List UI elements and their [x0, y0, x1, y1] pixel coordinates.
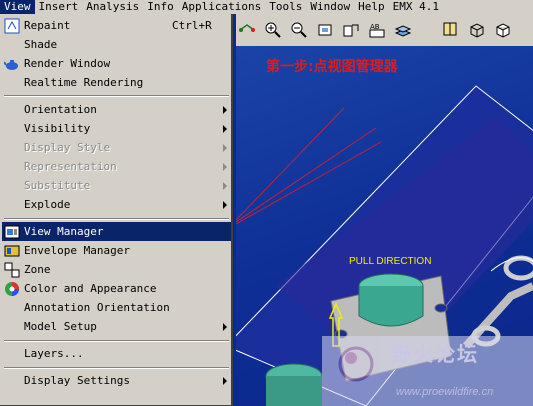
explode-label: Explode — [24, 198, 71, 211]
menu-window[interactable]: Window — [306, 0, 354, 14]
menu-item-explode[interactable]: Explode — [2, 195, 231, 214]
menu-item-color-and-appearance[interactable]: Color and Appearance — [2, 279, 231, 298]
menu-item-visibility[interactable]: Visibility — [2, 119, 231, 138]
repaint-icon — [4, 18, 20, 34]
submenu-arrow-icon — [223, 144, 227, 152]
menu-item-annotation-orientation[interactable]: Annotation Orientation — [2, 298, 231, 317]
color-and-appearance-label: Color and Appearance — [24, 282, 157, 295]
view-menu-dropdown: Repaint Ctrl+R Shade Render Window Realt… — [0, 14, 233, 406]
pull-direction-label: PULL DIRECTION — [349, 256, 432, 267]
repaint-label: Repaint — [24, 19, 71, 32]
zone-icon — [4, 262, 20, 278]
menu-item-representation: Representation — [2, 157, 231, 176]
menu-applications[interactable]: Applications — [178, 0, 265, 14]
model-viewport[interactable]: 第一步:点视图管理器 PULL DIRECTION 野火论坛 www.proew… — [236, 46, 533, 406]
pointer-line-2 — [236, 127, 377, 223]
realtime-rendering-label: Realtime Rendering — [24, 76, 144, 89]
menu-item-view-manager[interactable]: View Manager — [2, 222, 231, 241]
menu-item-model-setup[interactable]: Model Setup — [2, 317, 231, 336]
zoom-in-icon[interactable] — [264, 21, 282, 39]
display-settings-label: Display Settings — [24, 374, 130, 387]
teapot-icon — [4, 60, 18, 70]
menu-tools[interactable]: Tools — [265, 0, 306, 14]
separator — [4, 218, 229, 220]
menu-help[interactable]: Help — [354, 0, 389, 14]
menu-item-repaint[interactable]: Repaint Ctrl+R — [2, 16, 231, 35]
submenu-arrow-icon — [223, 182, 227, 190]
submenu-arrow-icon — [223, 377, 227, 385]
zoom-out-icon[interactable] — [290, 21, 308, 39]
menu-info[interactable]: Info — [143, 0, 178, 14]
menu-item-zone[interactable]: Zone — [2, 260, 231, 279]
menu-view[interactable]: View — [0, 0, 35, 14]
model-setup-label: Model Setup — [24, 320, 97, 333]
menu-bar: View Insert Analysis Info Applications T… — [0, 0, 533, 14]
shade-label: Shade — [24, 38, 58, 51]
menu-item-realtime-rendering[interactable]: Realtime Rendering — [2, 73, 231, 92]
layers-label: Layers... — [24, 347, 84, 360]
layers-icon[interactable] — [394, 21, 412, 39]
menu-item-orientation[interactable]: Orientation — [2, 100, 231, 119]
display-style-label: Display Style — [24, 141, 111, 154]
pointer-line-1 — [236, 107, 345, 221]
representation-label: Representation — [24, 160, 117, 173]
watermark-url: www.proewildfire.cn — [396, 386, 494, 398]
substitute-label: Substitute — [24, 179, 91, 192]
menu-item-layers[interactable]: Layers... — [2, 344, 231, 363]
menu-item-envelope-manager[interactable]: Envelope Manager — [2, 241, 231, 260]
submenu-arrow-icon — [223, 323, 227, 331]
ring-1 — [503, 255, 533, 281]
visibility-label: Visibility — [24, 122, 91, 135]
menu-item-render-window[interactable]: Render Window — [2, 54, 231, 73]
menu-item-display-style: Display Style — [2, 138, 231, 157]
menu-item-display-settings[interactable]: Display Settings — [2, 371, 231, 390]
boss-side — [358, 286, 424, 327]
envelope-manager-label: Envelope Manager — [24, 244, 130, 257]
color-wheel-icon — [5, 282, 19, 296]
wireframe-icon[interactable] — [468, 21, 486, 39]
separator — [4, 95, 229, 97]
separator — [4, 340, 229, 342]
separator — [4, 367, 229, 369]
datum-display-icon[interactable] — [442, 21, 460, 39]
render-window-label: Render Window — [24, 57, 111, 70]
menu-insert[interactable]: Insert — [35, 0, 83, 14]
toolbar: AB — [236, 14, 533, 47]
saved-view-list-icon[interactable]: AB — [368, 21, 386, 39]
step-annotation: 第一步:点视图管理器 — [266, 59, 398, 75]
submenu-arrow-icon — [223, 106, 227, 114]
menu-item-substitute: Substitute — [2, 176, 231, 195]
submenu-arrow-icon — [223, 125, 227, 133]
cylinder-body-left — [266, 376, 322, 406]
spin-center-icon[interactable] — [238, 21, 256, 39]
repaint-shortcut: Ctrl+R — [172, 19, 212, 32]
refit-icon[interactable] — [316, 21, 334, 39]
hole-2 — [434, 303, 448, 313]
reorient-icon[interactable] — [342, 21, 360, 39]
menu-analysis[interactable]: Analysis — [82, 0, 143, 14]
hidden-line-icon[interactable] — [494, 21, 512, 39]
menu-emx[interactable]: EMX 4.1 — [389, 0, 443, 14]
view-manager-icon — [4, 225, 20, 239]
orientation-label: Orientation — [24, 103, 97, 116]
submenu-arrow-icon — [223, 163, 227, 171]
annotation-orientation-label: Annotation Orientation — [24, 301, 170, 314]
zone-label: Zone — [24, 263, 51, 276]
submenu-arrow-icon — [223, 201, 227, 209]
view-manager-label: View Manager — [24, 225, 104, 238]
envelope-manager-icon — [4, 245, 20, 257]
menu-item-shade[interactable]: Shade — [2, 35, 231, 54]
watermark-text: 野火论坛 — [391, 342, 479, 366]
model-graphics — [236, 85, 533, 406]
